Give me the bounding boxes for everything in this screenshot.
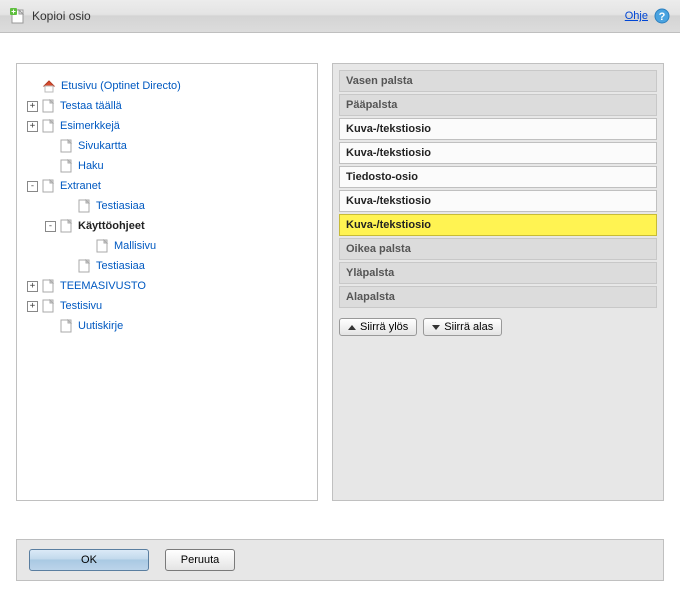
page-icon — [60, 319, 73, 333]
arrow-up-icon — [348, 325, 356, 330]
expander-minus-icon[interactable]: - — [45, 221, 56, 232]
page-icon — [78, 259, 91, 273]
expander-placeholder — [45, 141, 56, 152]
section-item-selected[interactable]: Kuva-/tekstiosio — [339, 214, 657, 236]
move-up-button[interactable]: Siirrä ylös — [339, 318, 417, 336]
sections-panel: Vasen palsta Pääpalsta Kuva-/tekstiosio … — [332, 63, 664, 501]
column-header-main: Pääpalsta — [339, 94, 657, 116]
section-item[interactable]: Kuva-/tekstiosio — [339, 142, 657, 164]
svg-text:?: ? — [659, 11, 666, 23]
page-icon — [42, 279, 55, 293]
tree-label: Testiasiaa — [96, 260, 145, 272]
expander-minus-icon[interactable]: - — [27, 181, 38, 192]
page-icon — [60, 159, 73, 173]
move-down-button[interactable]: Siirrä alas — [423, 318, 502, 336]
expander-placeholder — [63, 201, 74, 212]
body: Etusivu (Optinet Directo) + Testaa tääll… — [0, 33, 680, 517]
tree-root[interactable]: Etusivu (Optinet Directo) — [27, 76, 307, 96]
tree-label: Mallisivu — [114, 240, 156, 252]
dialog-title: Kopioi osio — [32, 9, 91, 23]
help-icon[interactable]: ? — [654, 8, 670, 24]
tree-label: Sivukartta — [78, 140, 127, 152]
help-link[interactable]: Ohje — [625, 10, 648, 22]
ok-button[interactable]: OK — [29, 549, 149, 571]
tree-label: Esimerkkejä — [60, 120, 120, 132]
column-header-bottom: Alapalsta — [339, 286, 657, 308]
column-header-top: Yläpalsta — [339, 262, 657, 284]
tree-item[interactable]: Mallisivu — [27, 236, 307, 256]
arrow-down-icon — [432, 325, 440, 330]
section-item[interactable]: Kuva-/tekstiosio — [339, 118, 657, 140]
tree-label: Käyttöohjeet — [78, 220, 145, 232]
tree-item[interactable]: + Esimerkkejä — [27, 116, 307, 136]
titlebar: Kopioi osio Ohje ? — [0, 0, 680, 33]
page-icon — [78, 199, 91, 213]
move-down-label: Siirrä alas — [444, 321, 493, 333]
page-icon — [60, 139, 73, 153]
tree-item[interactable]: + TEEMASIVUSTO — [27, 276, 307, 296]
tree-label: TEEMASIVUSTO — [60, 280, 146, 292]
move-buttons: Siirrä ylös Siirrä alas — [339, 318, 657, 336]
tree-label: Testaa täällä — [60, 100, 122, 112]
expander-placeholder — [27, 81, 38, 92]
tree-item-selected[interactable]: - Käyttöohjeet — [27, 216, 307, 236]
section-item[interactable]: Kuva-/tekstiosio — [339, 190, 657, 212]
page-icon — [42, 99, 55, 113]
page-tree-panel: Etusivu (Optinet Directo) + Testaa tääll… — [16, 63, 318, 501]
dialog-window: Kopioi osio Ohje ? Etusivu (Optinet Dire… — [0, 0, 680, 597]
tree-label: Testisivu — [60, 300, 102, 312]
home-icon — [42, 79, 56, 93]
copy-section-icon — [10, 8, 26, 24]
tree-item[interactable]: - Extranet — [27, 176, 307, 196]
move-up-label: Siirrä ylös — [360, 321, 408, 333]
dialog-footer: OK Peruuta — [16, 539, 664, 581]
page-icon — [42, 179, 55, 193]
expander-plus-icon[interactable]: + — [27, 121, 38, 132]
tree-item[interactable]: Testiasiaa — [27, 196, 307, 216]
tree-label: Extranet — [60, 180, 101, 192]
cancel-button[interactable]: Peruuta — [165, 549, 235, 571]
tree-item[interactable]: Haku — [27, 156, 307, 176]
tree-label: Etusivu (Optinet Directo) — [61, 80, 181, 92]
expander-placeholder — [45, 161, 56, 172]
tree-label: Haku — [78, 160, 104, 172]
section-item[interactable]: Tiedosto-osio — [339, 166, 657, 188]
expander-placeholder — [45, 321, 56, 332]
tree-label: Testiasiaa — [96, 200, 145, 212]
page-icon — [60, 219, 73, 233]
page-icon — [42, 119, 55, 133]
column-header-right: Oikea palsta — [339, 238, 657, 260]
expander-plus-icon[interactable]: + — [27, 281, 38, 292]
expander-plus-icon[interactable]: + — [27, 101, 38, 112]
column-header-left: Vasen palsta — [339, 70, 657, 92]
sections-list: Vasen palsta Pääpalsta Kuva-/tekstiosio … — [339, 70, 657, 308]
expander-placeholder — [81, 241, 92, 252]
tree-item[interactable]: + Testisivu — [27, 296, 307, 316]
tree-item[interactable]: Sivukartta — [27, 136, 307, 156]
tree-item[interactable]: + Testaa täällä — [27, 96, 307, 116]
page-icon — [96, 239, 109, 253]
tree-label: Uutiskirje — [78, 320, 123, 332]
page-tree: Etusivu (Optinet Directo) + Testaa tääll… — [27, 76, 307, 336]
expander-placeholder — [63, 261, 74, 272]
expander-plus-icon[interactable]: + — [27, 301, 38, 312]
page-icon — [42, 299, 55, 313]
tree-item[interactable]: Testiasiaa — [27, 256, 307, 276]
tree-item[interactable]: Uutiskirje — [27, 316, 307, 336]
